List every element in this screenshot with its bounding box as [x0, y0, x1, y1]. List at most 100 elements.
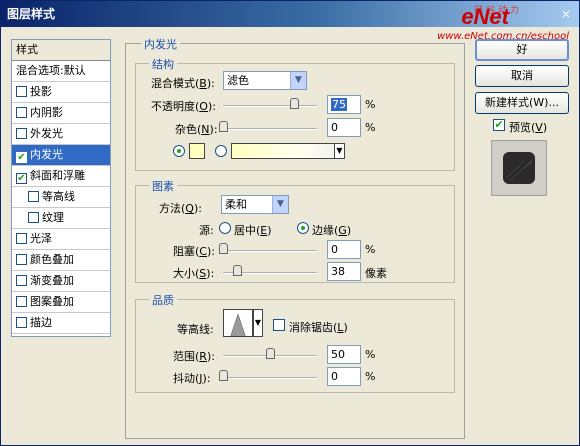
choke-percent: % [365, 243, 376, 256]
chevron-down-icon: ▼ [272, 196, 288, 213]
jitter-input[interactable]: 0 [327, 367, 361, 386]
preview-label: 预览(V) [509, 121, 548, 134]
style-checkbox[interactable] [16, 275, 27, 286]
style-item-8[interactable]: 颜色叠加 [12, 250, 110, 271]
style-list-header: 样式 [12, 40, 110, 61]
range-percent: % [365, 348, 376, 361]
contour-label: 等高线: [177, 323, 214, 336]
style-item-label: 斜面和浮雕 [30, 169, 85, 182]
chevron-down-icon: ▼ [254, 318, 262, 327]
technique-select[interactable]: 柔和 ▼ [221, 195, 289, 214]
style-item-label: 描边 [30, 316, 52, 329]
color-fill-radio[interactable] [173, 145, 185, 157]
style-item-0[interactable]: 投影 [12, 82, 110, 103]
jitter-label: 抖动(J): [173, 372, 211, 385]
source-edge-radio[interactable] [297, 222, 309, 234]
jitter-percent: % [365, 370, 376, 383]
source-edge-label: 边缘(G) [312, 224, 352, 237]
choke-slider-track[interactable] [223, 250, 317, 252]
style-item-5[interactable]: 等高线 [12, 187, 110, 208]
contour-curve-icon [230, 313, 246, 336]
blend-options-item[interactable]: 混合选项:默认 [12, 61, 110, 82]
style-item-4[interactable]: ✔ 斜面和浮雕 [12, 166, 110, 187]
style-preview-thumbnail [491, 140, 547, 196]
style-checkbox[interactable] [16, 254, 27, 265]
noise-label: 杂色(N): [175, 123, 218, 136]
style-checkbox[interactable] [28, 191, 39, 202]
style-checkbox[interactable] [16, 128, 27, 139]
source-label: 源: [199, 224, 214, 237]
noise-percent: % [365, 121, 376, 134]
style-checkbox[interactable] [16, 107, 27, 118]
contour-dropdown[interactable]: ▼ [253, 309, 263, 337]
size-unit: 像素 [365, 267, 387, 280]
style-item-label: 内阴影 [30, 106, 63, 119]
opacity-percent: % [365, 98, 376, 111]
range-input[interactable]: 50 [327, 345, 361, 364]
layer-style-dialog: 图层样式 硅 谷 动 力 eNet × www.eNet.com.cn/esch… [0, 0, 580, 446]
close-icon[interactable]: × [559, 7, 573, 21]
preview-swatch-icon [503, 152, 535, 184]
style-item-9[interactable]: 渐变叠加 [12, 271, 110, 292]
jitter-slider-thumb[interactable] [219, 370, 228, 381]
gradient-picker[interactable]: ▼ [231, 143, 345, 159]
chevron-down-icon: ▼ [290, 72, 306, 89]
choke-input[interactable]: 0 [327, 240, 361, 259]
style-list: 样式 混合选项:默认 投影 内阴影 外发光 ✔ 内发光 ✔ 斜面和浮雕 等高线 纹理 光泽 颜色叠加… [11, 39, 111, 337]
source-center-label: 居中(E) [234, 224, 272, 237]
opacity-slider-track[interactable] [223, 105, 317, 107]
noise-slider-track[interactable] [223, 128, 317, 130]
style-item-label: 颜色叠加 [30, 253, 74, 266]
range-slider-thumb[interactable] [266, 348, 275, 359]
ok-button[interactable]: 好 [475, 39, 569, 61]
source-center-radio[interactable] [219, 222, 231, 234]
technique-label: 方法(Q): [159, 202, 202, 215]
anti-alias-label: 消除锯齿(L) [289, 321, 348, 334]
style-checkbox[interactable]: ✔ [16, 173, 27, 184]
style-checkbox[interactable] [28, 212, 39, 223]
noise-slider-thumb[interactable] [219, 121, 228, 132]
style-checkbox[interactable] [16, 233, 27, 244]
style-item-label: 图案叠加 [30, 295, 74, 308]
blend-mode-label: 混合模式(B): [151, 77, 215, 90]
style-item-label: 光泽 [30, 232, 52, 245]
contour-preview[interactable] [223, 309, 253, 337]
opacity-slider-thumb[interactable] [289, 98, 299, 109]
choke-label: 阻塞(C): [173, 245, 215, 258]
style-item-1[interactable]: 内阴影 [12, 103, 110, 124]
opacity-input[interactable]: 75 [327, 95, 361, 114]
style-checkbox[interactable] [16, 317, 27, 328]
range-label: 范围(R): [173, 350, 215, 363]
style-item-7[interactable]: 光泽 [12, 229, 110, 250]
anti-alias-checkbox[interactable] [273, 319, 285, 331]
jitter-slider-track[interactable] [223, 377, 317, 379]
style-item-label: 纹理 [42, 211, 64, 224]
gradient-fill-radio[interactable] [215, 145, 227, 157]
cancel-button[interactable]: 取消 [475, 65, 569, 87]
watermark-logo: eNet [461, 4, 509, 29]
preview-checkbox[interactable]: ✔ [493, 119, 505, 131]
style-item-10[interactable]: 图案叠加 [12, 292, 110, 313]
elements-title: 图素 [149, 178, 177, 194]
style-item-6[interactable]: 纹理 [12, 208, 110, 229]
new-style-button[interactable]: 新建样式(W)... [475, 92, 569, 114]
dialog-title: 图层样式 [7, 7, 56, 21]
glow-color-swatch[interactable] [189, 143, 205, 159]
style-checkbox[interactable] [16, 86, 27, 97]
style-item-3[interactable]: ✔ 内发光 [12, 145, 110, 166]
style-item-11[interactable]: 描边 [12, 313, 110, 334]
style-item-label: 等高线 [42, 190, 75, 203]
size-slider-thumb[interactable] [233, 265, 243, 276]
noise-input[interactable]: 0 [327, 118, 361, 137]
chevron-down-icon: ▼ [334, 144, 344, 158]
blend-mode-select[interactable]: 滤色 ▼ [223, 71, 307, 90]
style-item-2[interactable]: 外发光 [12, 124, 110, 145]
style-item-label: 内发光 [30, 148, 63, 161]
quality-title: 品质 [149, 292, 177, 308]
choke-slider-thumb[interactable] [219, 243, 228, 254]
style-checkbox[interactable] [16, 296, 27, 307]
size-label: 大小(S): [173, 267, 215, 280]
style-checkbox[interactable]: ✔ [16, 152, 27, 163]
size-input[interactable]: 38 [327, 262, 361, 281]
style-item-label: 外发光 [30, 127, 63, 140]
